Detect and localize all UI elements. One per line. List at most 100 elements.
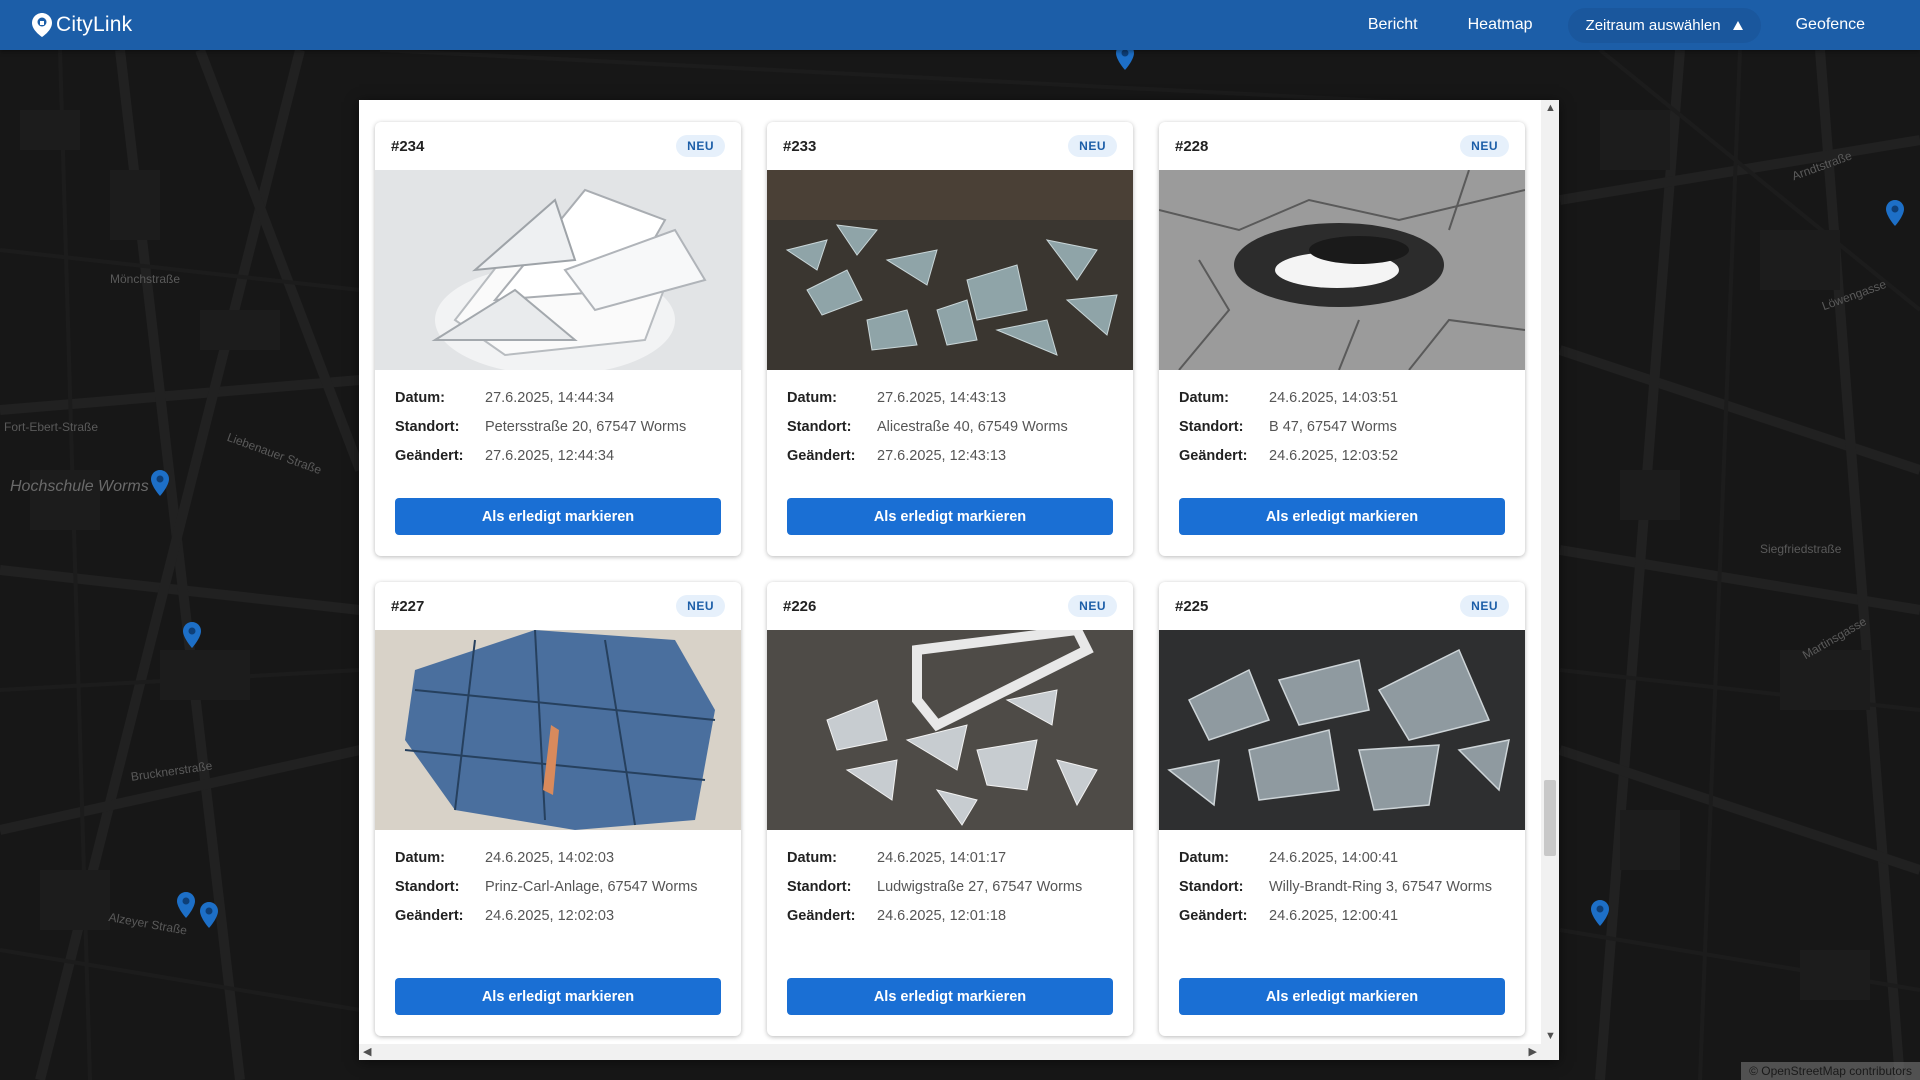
nav-heatmap[interactable]: Heatmap <box>1443 16 1558 34</box>
mark-done-button[interactable]: Als erledigt markieren <box>787 498 1113 535</box>
period-select-label: Zeitraum auswählen <box>1585 16 1721 34</box>
scroll-right-icon[interactable]: ▶ <box>1529 1045 1537 1058</box>
report-date: 27.6.2025, 14:44:34 <box>485 390 615 406</box>
main-navigation: Bericht Heatmap Zeitraum auswählen Geofe… <box>1343 0 1890 50</box>
report-card: #228 NEU Datum: 24.6.2025, 14:03:51 Stand… <box>1159 122 1525 556</box>
app-name: CityLink <box>56 13 133 36</box>
card-header: #234 NEU <box>375 122 741 170</box>
location-label: Standort: <box>1179 419 1244 435</box>
scroll-left-icon[interactable]: ◀ <box>363 1045 371 1058</box>
report-photo[interactable] <box>375 170 741 370</box>
report-changed: 24.6.2025, 12:03:52 <box>1269 448 1399 464</box>
status-badge: NEU <box>1460 135 1509 157</box>
map-label: Fort-Ebert-Straße <box>4 420 99 434</box>
mark-done-button[interactable]: Als erledigt markieren <box>1179 978 1505 1015</box>
location-label: Standort: <box>787 419 852 435</box>
report-changed: 24.6.2025, 12:02:03 <box>485 908 615 924</box>
status-badge: NEU <box>1068 595 1117 617</box>
report-photo[interactable] <box>767 170 1133 370</box>
report-date: 24.6.2025, 14:01:17 <box>877 850 1007 866</box>
report-location: Ludwigstraße 27, 67547 Worms <box>877 879 1083 895</box>
map-marker-icon[interactable] <box>1116 50 1134 70</box>
mark-done-button[interactable]: Als erledigt markieren <box>787 978 1113 1015</box>
report-id: #233 <box>783 137 817 155</box>
date-label: Datum: <box>395 850 445 866</box>
map-marker-icon[interactable] <box>151 470 169 496</box>
date-label: Datum: <box>787 850 837 866</box>
report-photo[interactable] <box>767 630 1133 830</box>
card-header: #228 NEU <box>1159 122 1525 170</box>
report-changed: 27.6.2025, 12:43:13 <box>877 448 1007 464</box>
map-marker-icon[interactable] <box>200 902 218 928</box>
changed-label: Geändert: <box>395 448 464 464</box>
report-card: #234 NEU Datum: 27.6.2025, 14:44:34 Stand… <box>375 122 741 556</box>
changed-label: Geändert: <box>1179 908 1248 924</box>
vertical-scroll-thumb[interactable] <box>1544 780 1556 856</box>
report-photo[interactable] <box>1159 170 1525 370</box>
triangle-up-icon <box>1732 20 1743 30</box>
report-card: #225 NEU Datum: 24.6.2025, 14:00:41 Stand… <box>1159 582 1525 1036</box>
report-location: Alicestraße 40, 67549 Worms <box>877 419 1068 435</box>
status-badge: NEU <box>1068 135 1117 157</box>
map-label: Hochschule Worms <box>10 478 149 495</box>
map-marker-icon[interactable] <box>1591 900 1609 926</box>
location-label: Standort: <box>787 879 852 895</box>
changed-label: Geändert: <box>787 448 856 464</box>
top-navigation-bar: CityLink Bericht Heatmap Zeitraum auswäh… <box>0 0 1920 50</box>
location-label: Standort: <box>395 879 460 895</box>
report-location: Willy-Brandt-Ring 3, 67547 Worms <box>1269 879 1492 895</box>
date-label: Datum: <box>395 390 445 406</box>
report-photo[interactable] <box>375 630 741 830</box>
vertical-scrollbar[interactable]: ▲ ▼ <box>1541 100 1559 1044</box>
card-header: #227 NEU <box>375 582 741 630</box>
map-marker-icon[interactable] <box>177 892 195 918</box>
report-location: Prinz-Carl-Anlage, 67547 Worms <box>485 879 698 895</box>
report-date: 27.6.2025, 14:43:13 <box>877 390 1007 406</box>
nav-report[interactable]: Bericht <box>1343 16 1443 34</box>
map-attribution[interactable]: © OpenStreetMap contributors <box>1741 1062 1920 1080</box>
status-badge: NEU <box>1460 595 1509 617</box>
nav-geofence[interactable]: Geofence <box>1771 16 1890 34</box>
card-header: #233 NEU <box>767 122 1133 170</box>
report-changed: 24.6.2025, 12:01:18 <box>877 908 1007 924</box>
report-card: #226 NEU Datum: 24.6.2025, 14:01:17 Stand… <box>767 582 1133 1036</box>
reports-panel[interactable]: #234 NEU Datum: 27.6.2025, 14:44:34 Stand… <box>359 100 1559 1060</box>
mark-done-button[interactable]: Als erledigt markieren <box>395 978 721 1015</box>
date-label: Datum: <box>787 390 837 406</box>
card-header: #225 NEU <box>1159 582 1525 630</box>
map-label: Siegfriedstraße <box>1760 542 1842 556</box>
mark-done-button[interactable]: Als erledigt markieren <box>1179 498 1505 535</box>
report-location: Petersstraße 20, 67547 Worms <box>485 419 687 435</box>
report-card: #233 NEU Datum: 27.6.2025, 14:43:13 Stand… <box>767 122 1133 556</box>
scroll-up-icon[interactable]: ▲ <box>1545 102 1556 114</box>
date-label: Datum: <box>1179 850 1229 866</box>
reports-grid: #234 NEU Datum: 27.6.2025, 14:44:34 Stand… <box>375 122 1525 1036</box>
report-id: #234 <box>391 137 425 155</box>
period-select-button[interactable]: Zeitraum auswählen <box>1567 7 1761 43</box>
map-marker-icon[interactable] <box>183 622 201 648</box>
report-changed: 27.6.2025, 12:44:34 <box>485 448 615 464</box>
mark-done-button[interactable]: Als erledigt markieren <box>395 498 721 535</box>
scroll-down-icon[interactable]: ▼ <box>1545 1030 1556 1042</box>
map-marker-icon[interactable] <box>1886 200 1904 226</box>
report-id: #226 <box>783 597 817 615</box>
location-label: Standort: <box>395 419 460 435</box>
horizontal-scrollbar[interactable]: ◀ ▶ <box>359 1044 1559 1060</box>
map-label: Mönchstraße <box>110 272 181 286</box>
brand-logo[interactable]: CityLink <box>32 13 132 37</box>
report-id: #228 <box>1175 137 1209 155</box>
changed-label: Geändert: <box>787 908 856 924</box>
report-date: 24.6.2025, 14:03:51 <box>1269 390 1399 406</box>
report-photo[interactable] <box>1159 630 1525 830</box>
card-header: #226 NEU <box>767 582 1133 630</box>
date-label: Datum: <box>1179 390 1229 406</box>
report-id: #225 <box>1175 597 1209 615</box>
report-date: 24.6.2025, 14:02:03 <box>485 850 615 866</box>
map-pin-icon <box>32 13 52 37</box>
report-card: #227 NEU Datum: 24.6.2025, 14:02:03 Stand… <box>375 582 741 1036</box>
status-badge: NEU <box>676 135 725 157</box>
changed-label: Geändert: <box>1179 448 1248 464</box>
report-location: B 47, 67547 Worms <box>1269 419 1397 435</box>
report-date: 24.6.2025, 14:00:41 <box>1269 850 1399 866</box>
location-label: Standort: <box>1179 879 1244 895</box>
